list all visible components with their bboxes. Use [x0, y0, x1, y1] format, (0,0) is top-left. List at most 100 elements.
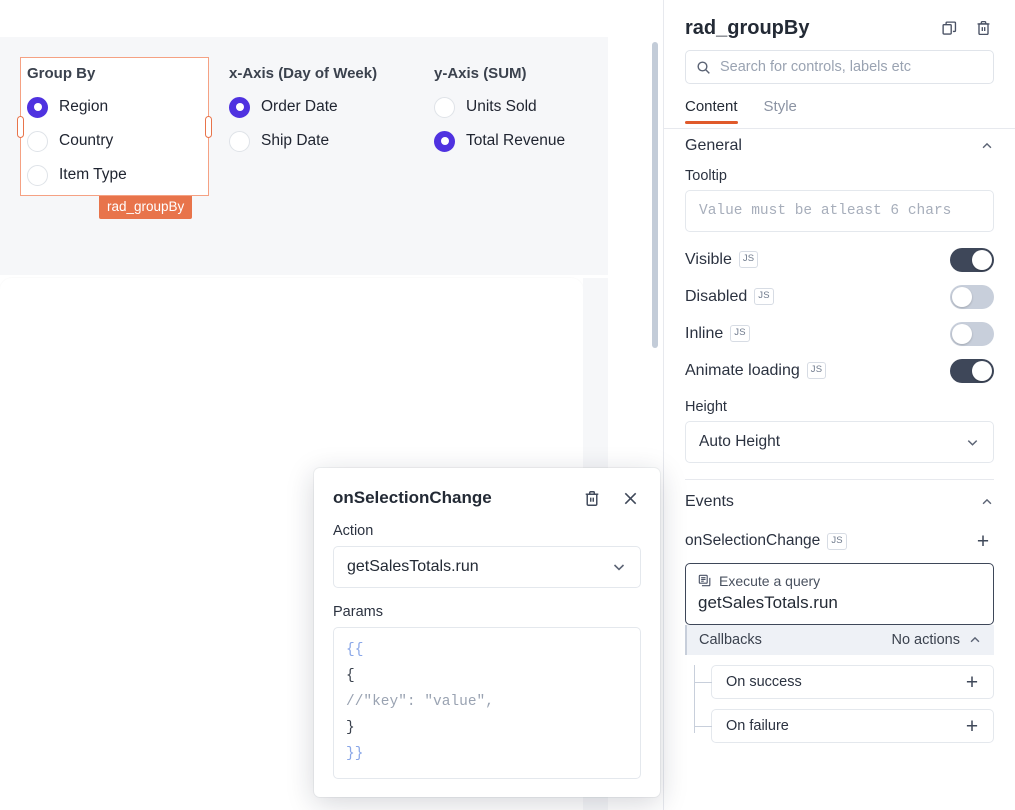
- action-dropdown[interactable]: getSalesTotals.run: [333, 546, 641, 588]
- search-input[interactable]: [720, 59, 983, 75]
- action-card[interactable]: Execute a query getSalesTotals.run: [685, 563, 994, 625]
- app-root: rad_groupBy Group By Region Country Item…: [0, 0, 1015, 810]
- delete-icon[interactable]: [580, 486, 604, 510]
- toggle-label: Inline: [685, 324, 724, 342]
- toggle-disabled[interactable]: [950, 284, 994, 309]
- radio-icon-unselected: [27, 164, 48, 186]
- params-code-editor[interactable]: {{ { //"key": "value", } }}: [333, 627, 641, 779]
- radio-option-label: Order Date: [261, 98, 338, 115]
- js-badge[interactable]: JS: [738, 251, 759, 268]
- general-section-header[interactable]: General: [685, 124, 994, 168]
- radio-option-total-revenue[interactable]: Total Revenue: [434, 127, 565, 155]
- chevron-up-icon: [980, 139, 994, 153]
- radio-option-region[interactable]: Region: [27, 93, 127, 121]
- tab-style[interactable]: Style: [764, 92, 797, 124]
- radio-group-title: y-Axis (SUM): [434, 65, 527, 82]
- canvas-scrollbar[interactable]: [652, 42, 658, 348]
- toggle-label: Disabled: [685, 287, 748, 305]
- tooltip-label: Tooltip: [685, 168, 727, 184]
- action-card-header: Execute a query: [698, 573, 981, 589]
- action-card-value: getSalesTotals.run: [698, 593, 838, 612]
- code-line: }: [346, 720, 355, 736]
- radio-option-label: Item Type: [59, 166, 127, 183]
- tab-content[interactable]: Content: [685, 92, 738, 124]
- radio-icon-selected: [434, 130, 455, 152]
- toggle-animate-loading[interactable]: [950, 358, 994, 383]
- height-value: Auto Height: [699, 433, 780, 450]
- chevron-down-icon: [611, 559, 627, 575]
- add-event-button[interactable]: +: [972, 530, 994, 552]
- radio-option-label: Units Sold: [466, 98, 537, 115]
- code-line: }}: [346, 746, 364, 762]
- action-label: Action: [333, 523, 374, 539]
- resize-handle-right[interactable]: [205, 116, 212, 138]
- radio-option-label: Region: [59, 98, 109, 115]
- section-title: General: [685, 137, 742, 154]
- toggle-inline[interactable]: [950, 321, 994, 346]
- toggle-visible[interactable]: [950, 247, 994, 272]
- general-section: General Tooltip Visible JS Disabled JS: [664, 124, 1015, 480]
- js-badge[interactable]: JS: [754, 288, 774, 305]
- radio-option-ship-date[interactable]: Ship Date: [229, 127, 377, 155]
- toggle-row-animate-loading: Animate loading JS: [685, 352, 994, 389]
- radio-icon-selected: [27, 96, 48, 118]
- radio-group-group-by: Group By Region Country Item Type: [27, 65, 127, 195]
- property-pane-tabs: Content Style: [685, 92, 1015, 124]
- js-badge[interactable]: JS: [827, 532, 847, 550]
- callbacks-status: No actions: [891, 632, 960, 648]
- radio-group-y-axis: y-Axis (SUM) Units Sold Total Revenue: [434, 65, 565, 161]
- close-icon[interactable]: [618, 486, 642, 510]
- radio-option-label: Ship Date: [261, 132, 330, 149]
- execute-query-icon: [698, 574, 712, 588]
- radio-option-item-type[interactable]: Item Type: [27, 161, 127, 189]
- js-badge[interactable]: JS: [730, 325, 750, 342]
- widget-name-tag: rad_groupBy: [99, 196, 193, 219]
- radio-icon-unselected: [27, 130, 48, 152]
- toggle-row-disabled: Disabled JS: [685, 278, 994, 315]
- resize-handle-left[interactable]: [17, 116, 24, 138]
- params-label: Params: [333, 604, 383, 620]
- event-row-onselectionchange: onSelectionChange JS +: [685, 524, 994, 558]
- add-on-failure-button[interactable]: +: [961, 715, 983, 737]
- add-on-success-button[interactable]: +: [961, 671, 983, 693]
- radio-option-label: Country: [59, 132, 114, 149]
- js-badge[interactable]: JS: [806, 362, 827, 379]
- tooltip-input[interactable]: [685, 190, 994, 232]
- search-icon: [696, 60, 711, 75]
- radio-group-title: x-Axis (Day of Week): [229, 65, 378, 82]
- search-box[interactable]: [685, 50, 994, 84]
- copy-icon[interactable]: [937, 16, 961, 40]
- toggle-row-inline: Inline JS: [685, 315, 994, 352]
- chevron-up-icon: [980, 495, 994, 509]
- events-section-header[interactable]: Events: [685, 480, 994, 524]
- event-name: onSelectionChange: [685, 532, 821, 549]
- modal-title: onSelectionChange: [333, 488, 492, 507]
- tabs-underline: [663, 128, 1015, 129]
- toggle-label: Visible: [685, 250, 732, 268]
- chevron-up-icon: [968, 633, 982, 647]
- modal-header: onSelectionChange: [314, 468, 660, 510]
- radio-option-country[interactable]: Country: [27, 127, 127, 155]
- delete-icon[interactable]: [971, 16, 995, 40]
- radio-option-label: Total Revenue: [466, 132, 566, 149]
- callback-on-success[interactable]: On success +: [695, 665, 994, 699]
- action-dropdown-value: getSalesTotals.run: [347, 558, 479, 575]
- callback-on-failure[interactable]: On failure +: [695, 709, 994, 743]
- chevron-down-icon: [965, 435, 980, 450]
- code-line: //"key": "value",: [346, 694, 494, 710]
- height-dropdown[interactable]: Auto Height: [685, 421, 994, 463]
- events-section: Events onSelectionChange JS + Execute a …: [664, 480, 1015, 743]
- canvas-top-strip: [0, 0, 608, 37]
- toggle-row-visible: Visible JS: [685, 241, 994, 278]
- radio-option-units-sold[interactable]: Units Sold: [434, 93, 565, 121]
- radio-icon-selected: [229, 96, 250, 118]
- radio-group-title: Group By: [27, 65, 96, 82]
- event-settings-modal: onSelectionChange Action getSalesTotals.…: [314, 468, 660, 797]
- code-line: {{: [346, 642, 364, 658]
- callbacks-header[interactable]: Callbacks No actions: [685, 625, 994, 655]
- radio-option-order-date[interactable]: Order Date: [229, 93, 377, 121]
- radio-group-x-axis: x-Axis (Day of Week) Order Date Ship Dat…: [229, 65, 377, 161]
- callback-label: On failure: [726, 718, 789, 734]
- callback-label: On success: [726, 674, 802, 690]
- modal-body: Action getSalesTotals.run Params {{ { //…: [314, 510, 660, 779]
